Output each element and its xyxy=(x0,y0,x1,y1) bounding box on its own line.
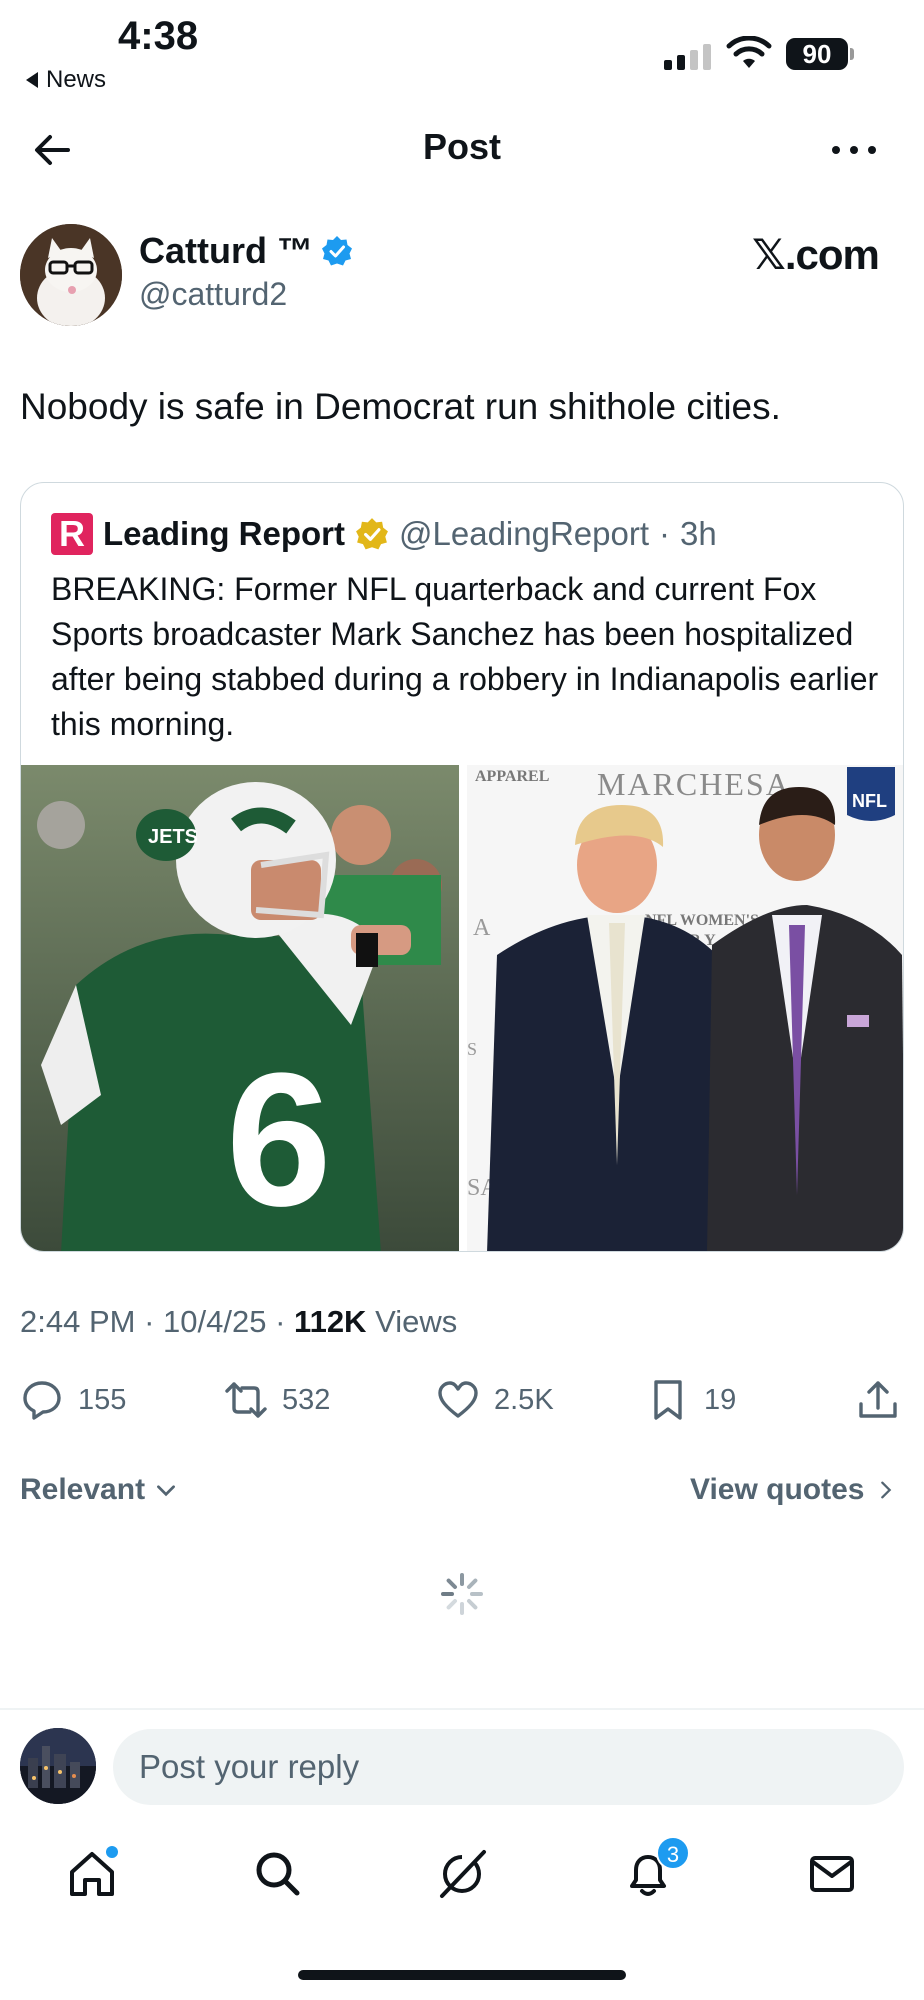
gold-verified-badge-icon xyxy=(356,518,388,550)
football-player-image[interactable]: JETS 6 xyxy=(21,765,459,1251)
back-triangle-icon xyxy=(26,72,38,88)
quoted-post-card[interactable]: R Leading Report @LeadingReport · 3h BRE… xyxy=(20,482,904,1252)
post-timestamp: 2:44 PM · 10/4/25 · 112K Views xyxy=(20,1304,457,1340)
post-text: Nobody is safe in Democrat run shithole … xyxy=(20,386,781,427)
author-avatar[interactable] xyxy=(20,224,122,326)
status-time: 4:38 xyxy=(118,14,199,58)
user-avatar[interactable] xyxy=(20,1728,96,1804)
reply-input-container[interactable] xyxy=(113,1729,904,1805)
quoted-post-age: 3h xyxy=(680,515,717,552)
reply-divider xyxy=(0,1708,924,1710)
more-options-icon[interactable] xyxy=(832,128,876,172)
bookmark-icon xyxy=(654,1380,682,1420)
back-to-app-link[interactable]: News xyxy=(26,66,106,94)
home-indicator[interactable] xyxy=(298,1970,626,1980)
quoted-author-handle[interactable]: @LeadingReport xyxy=(399,515,649,553)
share-icon xyxy=(859,1381,897,1418)
battery-tip xyxy=(850,48,854,60)
author-handle[interactable]: @catturd2 xyxy=(139,276,287,313)
quoted-post-images: JETS 6 APPAREL MARCHESA NFL NFL WOMEN'S … xyxy=(21,765,903,1251)
reply-button[interactable]: 155 xyxy=(20,1378,126,1422)
bottom-tab-bar: 3 xyxy=(0,1836,924,1916)
source-label: 𝕏.com xyxy=(752,231,880,278)
reply-count: 155 xyxy=(78,1383,127,1416)
view-quotes-link[interactable]: View quotes xyxy=(690,1473,897,1507)
bookmark-count: 19 xyxy=(704,1383,737,1416)
notifications-badge: 3 xyxy=(656,1836,690,1870)
views-label: Views xyxy=(375,1304,458,1339)
city-skyline-avatar-image xyxy=(20,1728,96,1804)
backdrop-text-a: A xyxy=(473,915,491,941)
loading-spinner-icon xyxy=(441,1573,483,1615)
home-unread-dot xyxy=(106,1846,118,1858)
cat-avatar-image xyxy=(20,224,122,326)
author-name[interactable]: Catturd ™ xyxy=(139,230,353,272)
sort-label: Relevant xyxy=(20,1473,146,1506)
repost-button[interactable]: 532 xyxy=(224,1378,330,1422)
back-app-label: News xyxy=(46,66,107,93)
leading-report-logo-icon: R xyxy=(51,513,93,555)
chevron-right-icon xyxy=(880,1481,891,1499)
reply-icon xyxy=(23,1381,61,1420)
views-count[interactable]: 112K xyxy=(294,1304,366,1339)
messages-mail-icon[interactable] xyxy=(804,1846,860,1902)
page-title: Post xyxy=(422,126,501,167)
battery-indicator: 90 xyxy=(786,38,848,70)
post-header: Post xyxy=(0,110,924,190)
status-bar: 4:38 News 90 xyxy=(0,0,924,100)
like-button[interactable]: 2.5K xyxy=(436,1378,554,1422)
search-icon[interactable] xyxy=(250,1846,306,1902)
quoted-post-text: BREAKING: Former NFL quarterback and cur… xyxy=(51,571,879,742)
backdrop-text-apparel: APPAREL xyxy=(475,768,549,785)
share-button[interactable] xyxy=(856,1378,900,1422)
quoted-post-header: R Leading Report @LeadingReport · 3h xyxy=(51,513,717,555)
backdrop-text-marchesa: MARCHESA xyxy=(597,766,791,802)
sort-relevant-dropdown[interactable]: Relevant xyxy=(20,1473,179,1507)
jersey-number: 6 xyxy=(226,1034,332,1246)
heart-icon xyxy=(438,1381,478,1418)
reply-input[interactable] xyxy=(113,1729,904,1805)
chevron-down-icon xyxy=(157,1485,175,1497)
stamp-sep-1: · xyxy=(144,1304,155,1339)
wifi-icon xyxy=(726,36,772,68)
verified-badge-icon xyxy=(322,236,352,266)
quoted-author-name[interactable]: Leading Report xyxy=(103,515,345,553)
nfl-shield-text: NFL xyxy=(852,791,887,811)
backdrop-text-s: S xyxy=(467,1039,477,1059)
svg-text:JETS: JETS xyxy=(148,826,198,848)
meta-separator: · xyxy=(659,515,671,552)
bookmark-button[interactable]: 19 xyxy=(646,1378,736,1422)
grok-icon[interactable] xyxy=(434,1846,490,1902)
view-quotes-label: View quotes xyxy=(690,1473,865,1506)
stamp-sep-2: · xyxy=(275,1304,286,1339)
repost-icon xyxy=(225,1382,267,1418)
author-name-text: Catturd ™ xyxy=(139,230,313,271)
cellular-signal-icon xyxy=(664,44,711,70)
event-photo-image[interactable]: APPAREL MARCHESA NFL NFL WOMEN'S FOR Y A… xyxy=(467,765,903,1251)
post-actions-bar: 155 532 2.5K 19 xyxy=(0,1372,924,1432)
post-date: 10/4/25 xyxy=(163,1304,267,1339)
post-time: 2:44 PM xyxy=(20,1304,136,1339)
like-count: 2.5K xyxy=(494,1383,554,1416)
repost-count: 532 xyxy=(282,1383,331,1416)
